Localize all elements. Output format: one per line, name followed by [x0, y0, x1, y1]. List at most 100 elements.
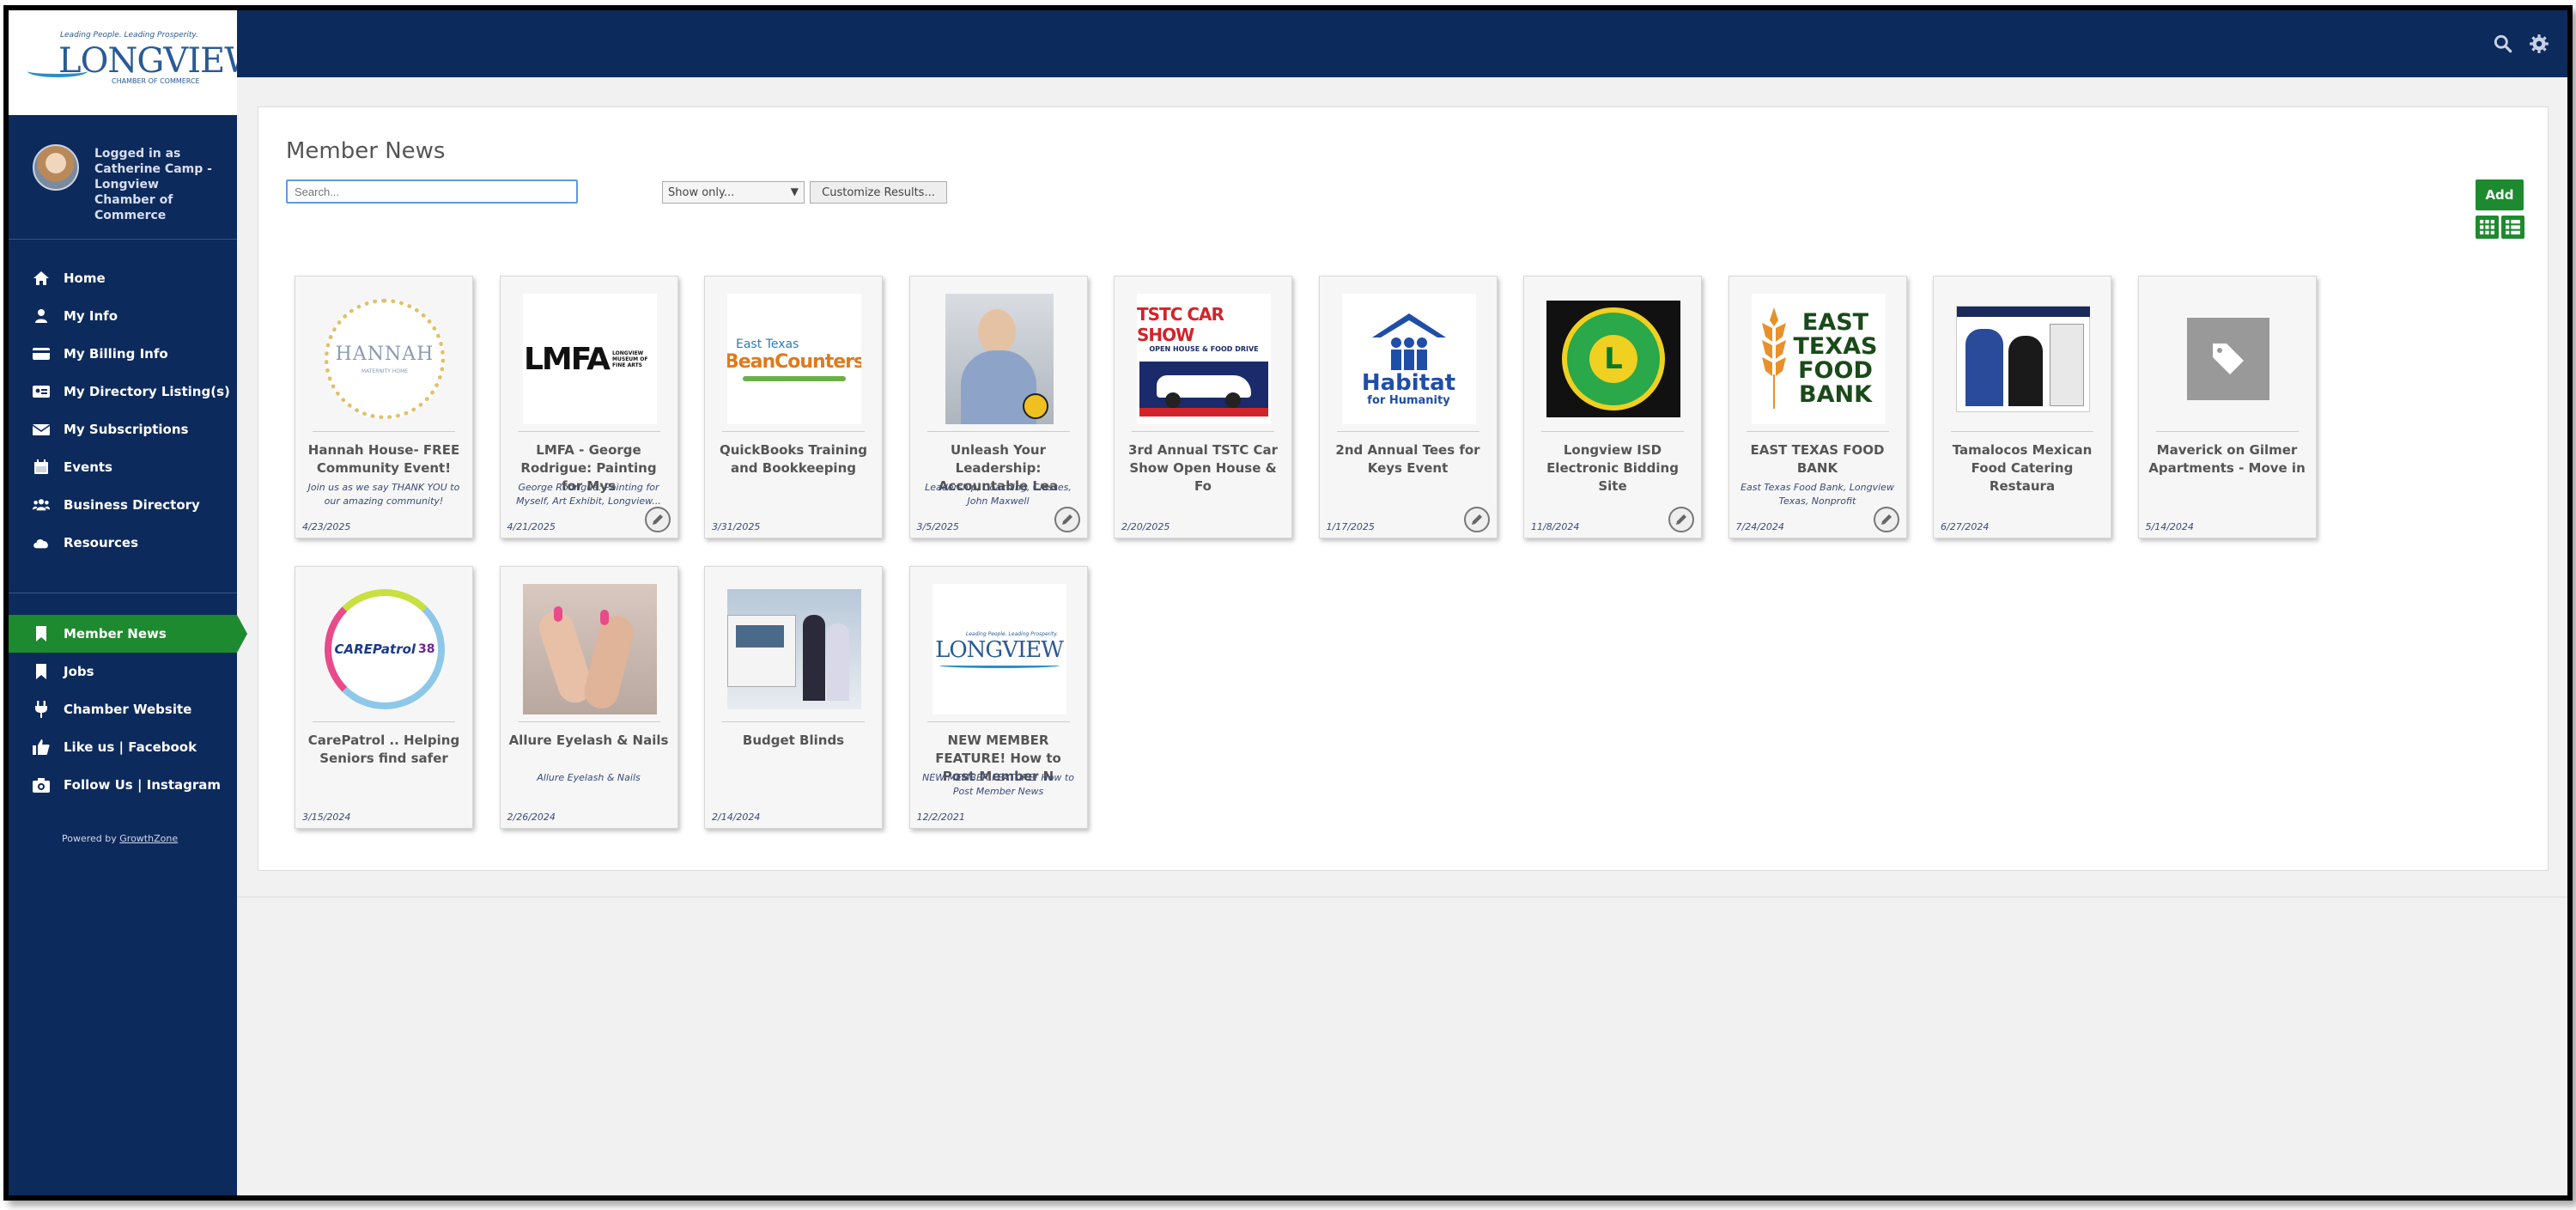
news-card[interactable]: Allure Eyelash & Nails Allure Eyelash & N…	[499, 566, 678, 829]
news-card-title[interactable]: Maverick on Gilmer Apartments - Move in	[2148, 441, 2307, 477]
news-card-image[interactable]	[933, 294, 1066, 424]
sidebar-item-my-info[interactable]: My Info	[9, 297, 237, 335]
news-card-title[interactable]: Budget Blinds	[714, 732, 873, 750]
add-button[interactable]: Add	[2476, 179, 2524, 210]
plug-icon	[33, 701, 50, 718]
news-card-image[interactable]	[522, 584, 657, 714]
news-card-image[interactable]	[1956, 294, 2090, 424]
thumb-text: CAREPatrol	[334, 641, 416, 657]
growthzone-link[interactable]: GrowthZone	[119, 833, 178, 844]
gear-icon[interactable]	[2528, 33, 2550, 55]
sidebar-item-follow-us-instagram[interactable]: Follow Us | Instagram	[9, 766, 237, 804]
news-card-title[interactable]: Hannah House- FREE Community Event!	[304, 441, 464, 477]
edit-pencil-icon[interactable]	[1054, 507, 1080, 532]
sidebar-item-my-directory-listing-s[interactable]: My Directory Listing(s)	[9, 373, 237, 410]
thumb-text: LONGVIEW	[935, 636, 1064, 663]
news-card[interactable]: Unleash Your Leadership: Accountable Lea…	[908, 276, 1088, 538]
news-card-date: 5/14/2024	[2145, 521, 2194, 532]
chamber-logo[interactable]: Leading People. Leading Prosperity. LONG…	[9, 10, 259, 115]
edit-pencil-icon[interactable]	[644, 507, 671, 532]
sidebar-item-jobs[interactable]: Jobs	[9, 653, 237, 690]
sidebar-item-chamber-website[interactable]: Chamber Website	[9, 690, 237, 728]
customize-results-button[interactable]: Customize Results...	[810, 181, 947, 204]
user-block: Logged in as Catherine Camp - Longview C…	[9, 131, 237, 225]
news-card-title[interactable]: 2nd Annual Tees for Keys Event	[1328, 441, 1488, 477]
sidebar-item-resources[interactable]: Resources	[9, 524, 237, 562]
news-card-title[interactable]: EAST TEXAS FOOD BANK	[1738, 441, 1898, 477]
edit-pencil-icon[interactable]	[1668, 507, 1694, 532]
thumb-subtext: LONGVIEW MUSEUM OF FINE ARTS	[612, 350, 648, 368]
news-card-description: NEW MEMBER FEATURE! How to Post Member N…	[922, 772, 1074, 797]
news-card-image[interactable]: Leading People. Leading Prosperity. LONGV…	[932, 584, 1066, 714]
news-card[interactable]: L Longview ISD Electronic Bidding Site 11/…	[1523, 276, 1702, 538]
show-only-select[interactable]: Show only... ▼	[662, 181, 805, 204]
sidebar-item-label: Business Directory	[64, 497, 200, 513]
news-card-image[interactable]: TSTC CAR SHOW OPEN HOUSE & FOOD DRIVE	[1137, 294, 1271, 424]
news-card-image[interactable]: CAREPatrol 38	[318, 584, 452, 714]
calendar-icon	[33, 459, 50, 476]
logo-tagline: Leading People. Leading Prosperity.	[60, 31, 198, 40]
card-divider	[1132, 431, 1274, 432]
news-card-image[interactable]: HANNAH MATERNITY HOME	[318, 294, 452, 424]
news-card-image[interactable]: EAST TEXAS FOOD BANK	[1751, 294, 1886, 424]
bookmark-icon	[33, 663, 50, 680]
camera-icon	[33, 776, 50, 793]
card-divider	[313, 431, 455, 432]
news-card-title[interactable]: Tamalocos Mexican Food Catering Restaura	[1942, 441, 2102, 496]
news-card-title[interactable]: Longview ISD Electronic Bidding Site	[1533, 441, 1692, 496]
news-card-image[interactable]: L	[1546, 294, 1680, 424]
sidebar-item-home[interactable]: Home	[9, 259, 237, 297]
card-divider	[722, 431, 865, 432]
thumb-text: LMFA	[523, 341, 611, 377]
news-card-image[interactable]	[727, 584, 861, 714]
edit-pencil-icon[interactable]	[1873, 507, 1899, 532]
news-card[interactable]: EAST TEXAS FOOD BANK EAST TEXAS FOOD BANK…	[1728, 276, 1907, 538]
news-card-date: 4/23/2025	[302, 521, 351, 532]
search-icon[interactable]	[2492, 33, 2514, 55]
thumb-subtext: BeanCounters	[727, 350, 861, 373]
sidebar-item-label: Home	[64, 271, 106, 286]
id-card-icon	[33, 383, 50, 400]
thumb-subtext: Leading People. Leading Prosperity.	[965, 630, 1059, 637]
grid-view-icon[interactable]	[2476, 216, 2499, 239]
news-card[interactable]: East Texas BeanCounters QuickBooks Trainin…	[704, 276, 883, 538]
chevron-down-icon: ▼	[790, 185, 799, 198]
search-input[interactable]	[286, 179, 578, 204]
news-card-image[interactable]	[2161, 294, 2295, 424]
news-card-title[interactable]: CarePatrol .. Helping Seniors find safer	[304, 732, 464, 768]
users-icon	[33, 496, 50, 514]
news-card[interactable]: HANNAH MATERNITY HOME Hannah House- FREE C…	[295, 276, 473, 538]
news-card-title[interactable]: QuickBooks Training and Bookkeeping	[714, 441, 873, 477]
news-card-title[interactable]: 3rd Annual TSTC Car Show Open House & Fo	[1123, 441, 1283, 496]
news-card[interactable]: LMFA LONGVIEW MUSEUM OF FINE ARTS LMFA - G…	[499, 276, 678, 538]
news-card-image[interactable]: Habitat for Humanity	[1341, 294, 1476, 424]
avatar[interactable]	[33, 144, 79, 191]
sidebar-item-events[interactable]: Events	[9, 448, 237, 486]
news-card-description: George Rodrigue: Painting for Myself, Ar…	[516, 482, 661, 507]
news-card-title[interactable]: Allure Eyelash & Nails	[509, 732, 669, 750]
news-card[interactable]: Maverick on Gilmer Apartments - Move in 5…	[2137, 276, 2317, 538]
sidebar-item-my-subscriptions[interactable]: My Subscriptions	[9, 410, 237, 448]
news-card-image[interactable]: LMFA LONGVIEW MUSEUM OF FINE ARTS	[522, 294, 657, 424]
thumb-subtext: OPEN HOUSE & FOOD DRIVE	[1149, 345, 1259, 353]
news-card-date: 11/8/2024	[1531, 521, 1580, 532]
news-card[interactable]: Habitat for Humanity 2nd Annual Tees for K…	[1318, 276, 1498, 538]
card-divider	[313, 721, 455, 722]
list-view-icon[interactable]	[2501, 216, 2524, 239]
sidebar-item-like-us-facebook[interactable]: Like us | Facebook	[9, 728, 237, 766]
news-card-image[interactable]: East Texas BeanCounters	[727, 294, 861, 424]
news-card[interactable]: Budget Blinds 2/14/2024	[704, 566, 883, 829]
sidebar-item-member-news[interactable]: Member News	[9, 615, 247, 653]
sidebar-item-business-directory[interactable]: Business Directory	[9, 486, 237, 524]
logo-name: LONGVIEW	[58, 41, 259, 81]
thumb-subtext: 38	[418, 642, 435, 656]
sidebar-item-label: Follow Us | Instagram	[64, 777, 222, 793]
news-card[interactable]: TSTC CAR SHOW OPEN HOUSE & FOOD DRIVE 3rd …	[1114, 276, 1292, 538]
envelope-icon	[33, 421, 50, 438]
edit-pencil-icon[interactable]	[1463, 507, 1490, 532]
news-card-date: 12/2/2021	[916, 812, 965, 823]
sidebar-item-my-billing-info[interactable]: My Billing Info	[9, 335, 237, 373]
news-card[interactable]: CAREPatrol 38 CarePatrol .. Helping Senior…	[295, 566, 473, 829]
news-card[interactable]: Leading People. Leading Prosperity. LONGV…	[908, 566, 1088, 829]
news-card[interactable]: Tamalocos Mexican Food Catering Restaura…	[1933, 276, 2111, 538]
